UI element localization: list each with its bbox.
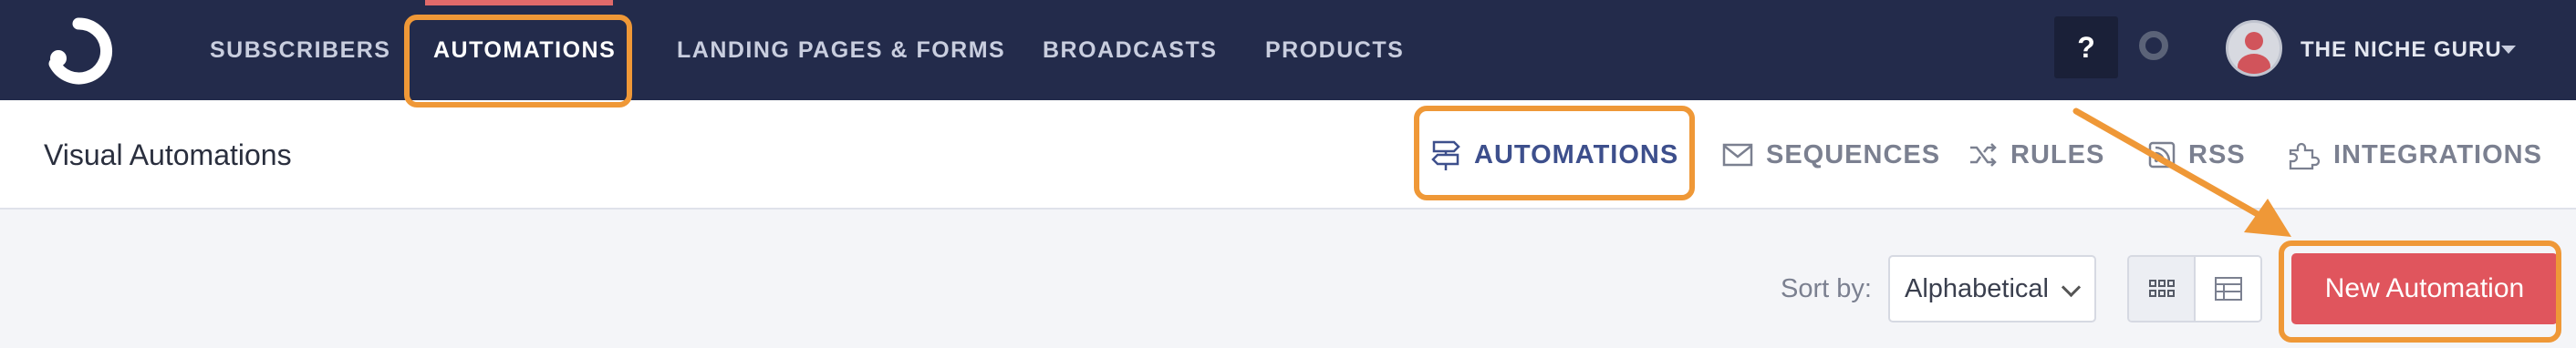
shuffle-icon (1970, 143, 1997, 167)
avatar[interactable] (2226, 20, 2282, 77)
sort-label: Sort by: (1781, 273, 1872, 303)
nav-subscribers[interactable]: SUBSCRIBERS (210, 0, 390, 100)
page-title: Visual Automations (44, 138, 292, 171)
nav-products[interactable]: PRODUCTS (1265, 0, 1404, 100)
list-view-button[interactable] (2196, 257, 2260, 321)
tab-sequences[interactable]: SEQUENCES (1722, 100, 1940, 210)
top-navbar: SUBSCRIBERS AUTOMATIONS LANDING PAGES & … (0, 0, 2576, 100)
list-view-icon (2214, 277, 2242, 301)
help-button[interactable]: ? (2054, 16, 2118, 78)
nav-broadcasts[interactable]: BROADCASTS (1043, 0, 1217, 100)
tab-integrations-label: INTEGRATIONS (2333, 139, 2542, 169)
highlight-tab-automations (1414, 106, 1695, 200)
highlight-new-automation (2279, 241, 2561, 343)
chevron-down-icon (2061, 277, 2082, 298)
account-name[interactable]: THE NICHE GURU (2301, 0, 2502, 100)
annotation-arrow-icon (2072, 107, 2291, 237)
grid-view-button[interactable] (2129, 257, 2196, 321)
chevron-down-icon[interactable] (2501, 46, 2516, 54)
envelope-icon (1722, 143, 1753, 167)
nav-landing-pages-forms[interactable]: LANDING PAGES & FORMS (677, 0, 1005, 100)
loading-ring-icon (2139, 31, 2168, 60)
sort-select-value: Alphabetical (1905, 273, 2049, 303)
sort-select[interactable]: Alphabetical (1888, 255, 2096, 322)
convertkit-logo[interactable] (44, 16, 113, 86)
grid-view-icon (2148, 280, 2175, 297)
highlight-nav-automations (404, 15, 632, 107)
tab-sequences-label: SEQUENCES (1766, 139, 1941, 169)
user-avatar-icon (2238, 32, 2270, 74)
view-toggle-group (2127, 255, 2262, 322)
tab-integrations[interactable]: INTEGRATIONS (2288, 100, 2542, 210)
